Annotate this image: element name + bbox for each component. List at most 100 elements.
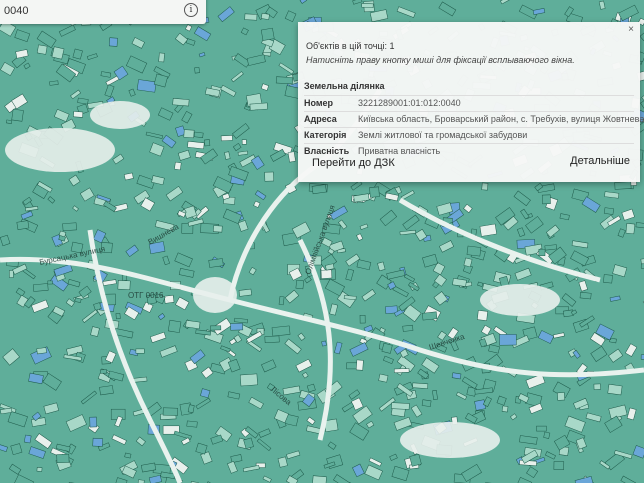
land-parcel[interactable]	[391, 402, 410, 410]
land-parcel[interactable]	[479, 223, 497, 237]
land-parcel[interactable]	[393, 368, 410, 374]
land-parcel[interactable]	[320, 269, 333, 279]
land-parcel[interactable]	[135, 348, 145, 354]
details-link[interactable]: Детальніше	[570, 155, 630, 167]
land-parcel[interactable]	[210, 325, 222, 331]
land-parcel[interactable]	[557, 392, 565, 401]
land-parcel[interactable]	[6, 119, 13, 124]
close-icon[interactable]: ×	[628, 24, 634, 35]
land-parcel[interactable]	[553, 461, 565, 470]
land-parcel[interactable]	[136, 79, 157, 93]
land-parcel[interactable]	[544, 244, 558, 251]
land-parcel[interactable]	[62, 222, 77, 232]
land-parcel[interactable]	[481, 182, 489, 191]
land-parcel[interactable]	[172, 98, 190, 107]
land-parcel[interactable]	[271, 325, 291, 337]
search-value[interactable]: 0040	[4, 5, 28, 17]
land-parcel[interactable]	[579, 291, 592, 300]
land-parcel[interactable]	[369, 186, 380, 198]
land-parcel[interactable]	[501, 405, 509, 413]
land-parcel[interactable]	[275, 76, 294, 85]
land-parcel[interactable]	[378, 373, 389, 383]
land-parcel[interactable]	[477, 310, 488, 321]
land-parcel[interactable]	[187, 404, 195, 413]
land-parcel[interactable]	[603, 207, 614, 215]
land-parcel[interactable]	[295, 279, 305, 290]
land-parcel[interactable]	[99, 385, 114, 396]
land-parcel[interactable]	[466, 245, 482, 257]
land-parcel[interactable]	[499, 333, 517, 346]
land-parcel[interactable]	[9, 270, 14, 278]
land-parcel[interactable]	[287, 151, 296, 163]
land-parcel[interactable]	[73, 111, 84, 118]
land-parcel[interactable]	[538, 248, 546, 256]
land-parcel[interactable]	[451, 372, 462, 380]
land-parcel[interactable]	[359, 314, 366, 324]
land-parcel[interactable]	[193, 131, 204, 138]
land-parcel[interactable]	[16, 220, 30, 230]
land-parcel[interactable]	[162, 407, 178, 416]
land-parcel[interactable]	[311, 184, 327, 195]
land-parcel[interactable]	[260, 12, 270, 20]
land-parcel[interactable]	[158, 52, 165, 63]
land-parcel[interactable]	[23, 434, 32, 444]
land-parcel[interactable]	[264, 171, 274, 182]
land-parcel[interactable]	[36, 44, 48, 55]
info-icon[interactable]: i	[184, 3, 198, 17]
land-parcel[interactable]	[194, 67, 200, 74]
land-parcel[interactable]	[412, 382, 429, 389]
land-parcel[interactable]	[108, 37, 118, 47]
land-parcel[interactable]	[56, 453, 70, 464]
land-parcel[interactable]	[47, 280, 53, 285]
land-parcel[interactable]	[625, 223, 636, 235]
land-parcel[interactable]	[186, 420, 198, 428]
land-parcel[interactable]	[278, 296, 285, 306]
land-parcel[interactable]	[361, 3, 374, 9]
land-parcel[interactable]	[593, 383, 601, 390]
land-parcel[interactable]	[32, 283, 49, 292]
land-parcel[interactable]	[74, 297, 82, 303]
land-parcel[interactable]	[115, 312, 121, 320]
land-parcel[interactable]	[167, 319, 182, 333]
land-parcel[interactable]	[603, 274, 613, 284]
land-parcel[interactable]	[99, 369, 107, 374]
land-parcel[interactable]	[541, 194, 551, 205]
land-parcel[interactable]	[164, 294, 175, 304]
land-parcel[interactable]	[312, 475, 327, 483]
land-parcel[interactable]	[230, 322, 244, 331]
land-parcel[interactable]	[241, 139, 247, 145]
land-parcel[interactable]	[183, 129, 195, 139]
land-parcel[interactable]	[355, 359, 364, 371]
land-parcel[interactable]	[244, 13, 258, 21]
land-parcel[interactable]	[264, 335, 280, 344]
land-parcel[interactable]	[51, 46, 65, 60]
land-parcel[interactable]	[260, 27, 275, 41]
go-to-dzk-link[interactable]: Перейти до ДЗК	[312, 157, 395, 169]
land-parcel[interactable]	[36, 467, 43, 472]
land-parcel[interactable]	[421, 399, 432, 407]
search-box[interactable]: 0040 i	[0, 0, 206, 24]
land-parcel[interactable]	[614, 181, 632, 190]
land-parcel[interactable]	[11, 108, 24, 122]
land-parcel[interactable]	[220, 135, 233, 142]
land-parcel[interactable]	[321, 340, 327, 347]
land-parcel[interactable]	[474, 399, 486, 411]
land-parcel[interactable]	[117, 280, 131, 290]
land-parcel[interactable]	[213, 225, 223, 233]
land-parcel[interactable]	[239, 373, 258, 387]
land-parcel[interactable]	[36, 347, 47, 355]
land-parcel[interactable]	[174, 161, 182, 171]
land-parcel[interactable]	[422, 311, 438, 321]
land-parcel[interactable]	[381, 342, 393, 354]
land-parcel[interactable]	[249, 102, 268, 111]
land-parcel[interactable]	[204, 139, 211, 147]
land-parcel[interactable]	[137, 479, 145, 483]
land-parcel[interactable]	[92, 437, 104, 447]
land-parcel[interactable]	[607, 383, 623, 396]
land-parcel[interactable]	[343, 295, 357, 300]
land-parcel[interactable]	[536, 425, 547, 432]
land-parcel[interactable]	[49, 80, 59, 86]
land-parcel[interactable]	[238, 288, 252, 297]
land-parcel[interactable]	[543, 431, 551, 439]
land-parcel[interactable]	[402, 324, 414, 332]
